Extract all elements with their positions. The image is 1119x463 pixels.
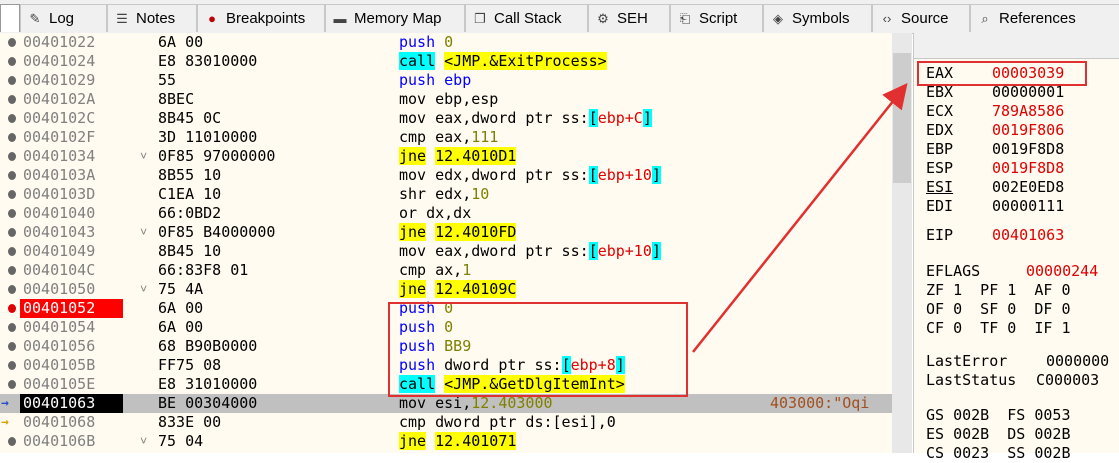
annotation-arrow [692,83,908,353]
